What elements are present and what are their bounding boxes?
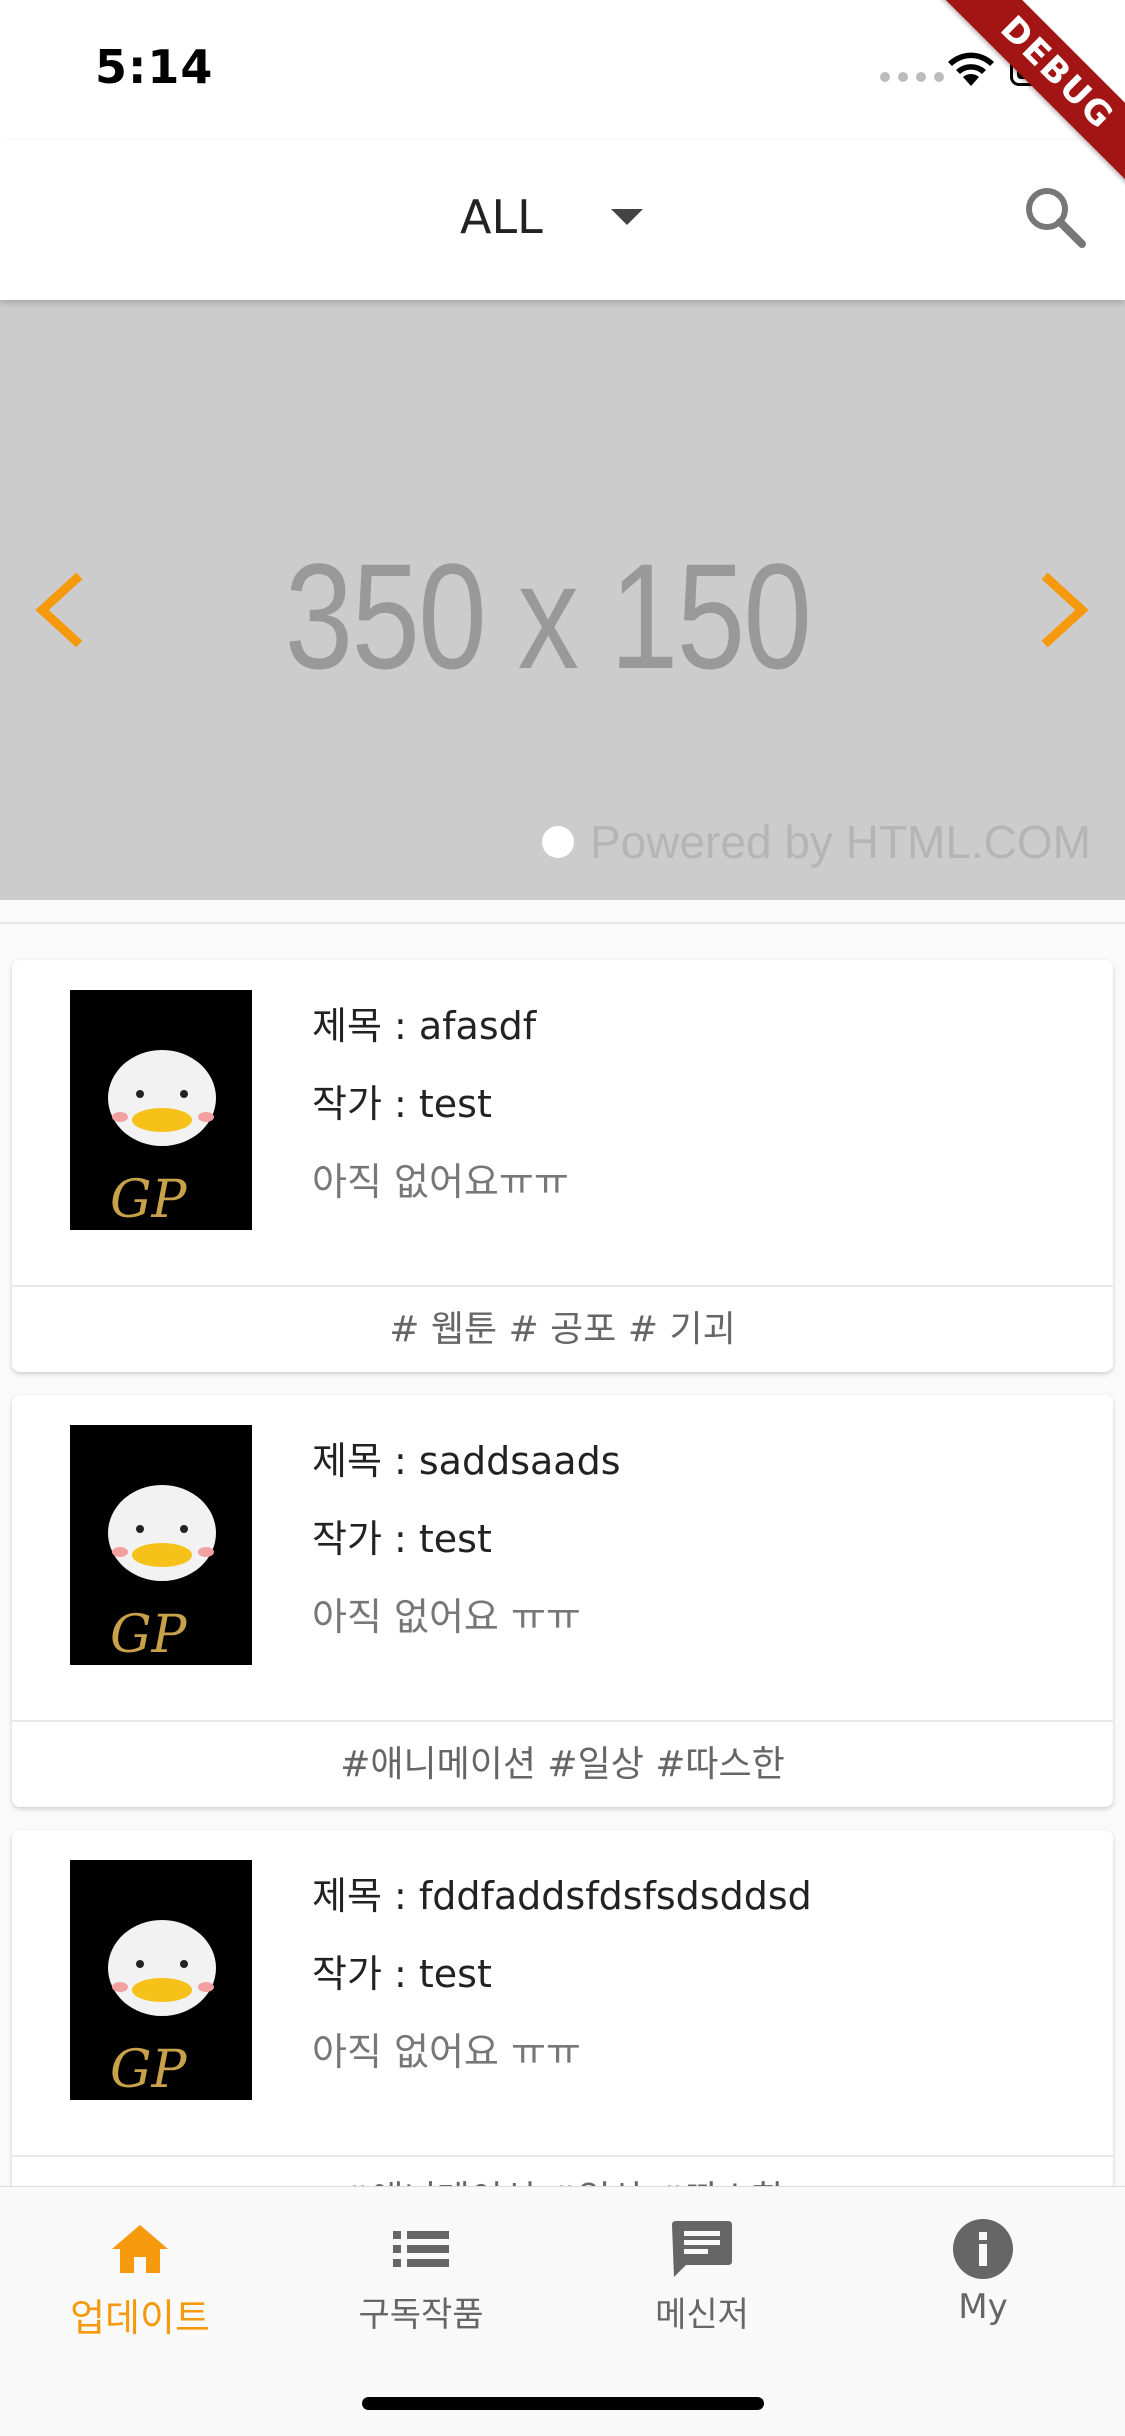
item-title: 제목 : afasdf (312, 1004, 537, 1048)
section-divider (0, 922, 1125, 924)
item-status: 아직 없어요 ㅠㅠ (312, 1595, 581, 1639)
item-status: 아직 없어요ㅠㅠ (312, 1160, 569, 1204)
powered-by-text: Powered by HTML.COM (589, 816, 1091, 868)
item-status: 아직 없어요 ㅠㅠ (312, 2030, 581, 2074)
info-icon (953, 2219, 1013, 2279)
nav-label: 구독작품 (358, 2295, 484, 2335)
cellular-signal-icon (880, 72, 944, 82)
item-tags: #애니메이션 #일상 #따스한 (12, 1720, 1113, 1807)
nav-label: 업데이트 (70, 2296, 210, 2340)
item-tags: # 웹툰 # 공포 # 기괴 (12, 1285, 1113, 1372)
nav-item-messenger[interactable]: 메신저 (602, 2217, 802, 2336)
nav-item-my[interactable]: My (883, 2217, 1083, 2327)
wifi-icon (948, 52, 994, 86)
item-author: 작가 : test (312, 1517, 492, 1561)
chevron-left-icon[interactable] (24, 565, 94, 655)
banner-powered-by: Powered by HTML.COM (541, 815, 1091, 869)
status-time: 5:14 (95, 40, 214, 94)
item-author: 작가 : test (312, 1082, 492, 1126)
item-author: 작가 : test (312, 1952, 492, 1996)
cover-image: GP (70, 990, 252, 1230)
filter-label: ALL (460, 190, 543, 244)
chevron-right-icon[interactable] (1030, 565, 1100, 655)
card-info: 제목 : fddfaddsfdsfsdsddsd 작가 : test 아직 없어… (312, 1872, 812, 2076)
nav-label: 메신저 (655, 2295, 749, 2335)
app-screen: 5:14 DEBUG ALL 350 x 150 Powered by HTML… (0, 0, 1125, 2436)
nav-label: My (958, 2287, 1008, 2327)
status-bar: 5:14 (0, 0, 1125, 140)
page-indicator-dot (541, 826, 574, 858)
list-item[interactable]: GP 제목 : afasdf 작가 : test 아직 없어요ㅠㅠ # 웹툰 #… (12, 960, 1113, 1372)
list-icon (393, 2231, 449, 2267)
dropdown-arrow-icon (610, 209, 643, 225)
home-icon (112, 2225, 168, 2273)
list-item[interactable]: GP 제목 : fddfaddsfdsfsdsddsd 작가 : test 아직… (12, 1830, 1113, 2242)
webtoon-list: GP 제목 : afasdf 작가 : test 아직 없어요ㅠㅠ # 웹툰 #… (12, 960, 1113, 2265)
card-info: 제목 : saddsaads 작가 : test 아직 없어요 ㅠㅠ (312, 1437, 621, 1641)
cover-image: GP (70, 1425, 252, 1665)
list-item[interactable]: GP 제목 : saddsaads 작가 : test 아직 없어요 ㅠㅠ #애… (12, 1395, 1113, 1807)
search-icon[interactable] (1020, 182, 1090, 252)
item-title: 제목 : saddsaads (312, 1439, 621, 1483)
chat-icon (672, 2221, 732, 2277)
app-header: ALL (0, 140, 1125, 300)
filter-dropdown[interactable]: ALL (460, 190, 643, 244)
banner-carousel[interactable]: 350 x 150 Powered by HTML.COM (0, 300, 1125, 900)
nav-item-update[interactable]: 업데이트 (40, 2217, 240, 2342)
item-title: 제목 : fddfaddsfdsfsdsddsd (312, 1874, 812, 1918)
home-indicator (362, 2397, 764, 2410)
card-info: 제목 : afasdf 작가 : test 아직 없어요ㅠㅠ (312, 1002, 569, 1206)
nav-item-subscriptions[interactable]: 구독작품 (321, 2217, 521, 2336)
banner-placeholder-text: 350 x 150 (284, 532, 812, 700)
cover-image: GP (70, 1860, 252, 2100)
